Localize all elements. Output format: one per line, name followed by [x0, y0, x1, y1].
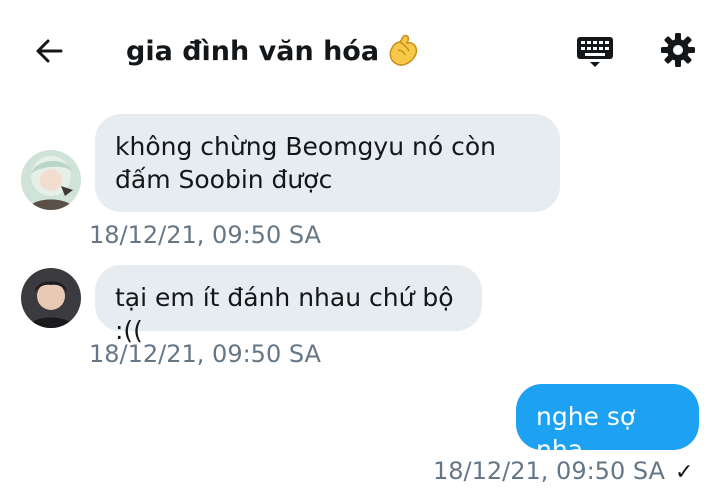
message-bubble-sent[interactable]: nghe sợ nha [516, 384, 699, 464]
message-bubble-received[interactable]: không chừng Beomgyu nó còn đấm Soobin đư… [95, 114, 560, 212]
conversation-title[interactable]: gia đình văn hóa [126, 30, 421, 72]
keyboard-icon [577, 37, 613, 67]
message-timestamp: 18/12/21, 09:50 SA [89, 340, 321, 368]
message-text: nghe sợ nha [536, 402, 636, 464]
settings-button[interactable] [656, 28, 700, 72]
arrow-left-icon [36, 39, 63, 63]
message-timestamp: 18/12/21, 09:50 SA [433, 457, 665, 485]
sender-avatar[interactable] [21, 150, 81, 210]
message-text: không chừng Beomgyu nó còn đấm Soobin đư… [115, 132, 496, 194]
message-timestamp: 18/12/21, 09:50 SA [89, 221, 321, 249]
dm-conversation-screen: gia đình văn hóa không chừng Beomgyu nó … [0, 0, 720, 493]
gear-icon [661, 33, 695, 67]
keyboard-button[interactable] [574, 30, 616, 72]
back-button[interactable] [28, 30, 70, 72]
message-text: tại em ít đánh nhau chứ bộ :(( [115, 283, 454, 345]
message-timestamp-row: 18/12/21, 09:50 SA ✓ [433, 457, 693, 485]
conversation-header: gia đình văn hóa [0, 0, 720, 100]
checkmark-icon: ✓ [674, 460, 694, 485]
sender-avatar[interactable] [21, 268, 81, 328]
pinching-hand-emoji-icon [387, 33, 421, 69]
conversation-title-text: gia đình văn hóa [126, 35, 380, 67]
message-bubble-received[interactable]: tại em ít đánh nhau chứ bộ :(( [95, 265, 482, 345]
